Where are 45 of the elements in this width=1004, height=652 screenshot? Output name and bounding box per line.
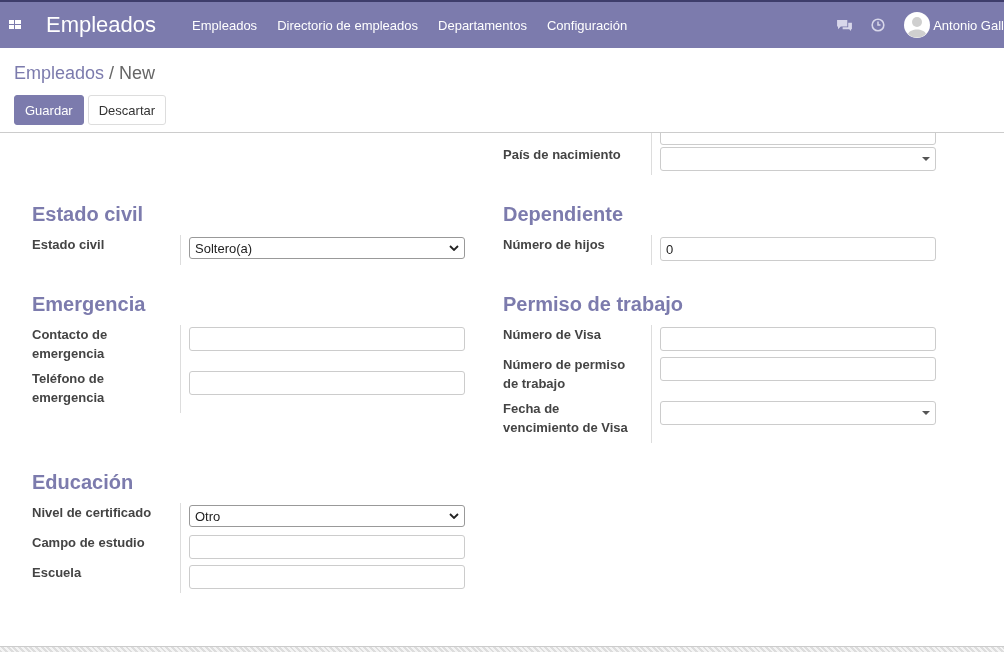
chat-icon[interactable] xyxy=(836,18,854,32)
clock-icon[interactable] xyxy=(871,18,886,32)
field-label: Estado civil xyxy=(32,235,181,265)
menu-item[interactable]: Departamentos xyxy=(438,17,527,33)
discard-button[interactable]: Descartar xyxy=(87,95,167,125)
dropdown-field[interactable] xyxy=(660,401,936,425)
section-title: Educación xyxy=(32,471,135,494)
input-field[interactable] xyxy=(189,565,465,589)
menu-item[interactable]: Directorio de empleados xyxy=(277,17,419,33)
input-field[interactable] xyxy=(189,327,465,351)
user-name[interactable]: Antonio Gall xyxy=(933,17,1004,33)
select-field[interactable]: Soltero(a) xyxy=(189,237,465,259)
section-title: Dependiente xyxy=(503,203,625,226)
menu-item[interactable]: Configuración xyxy=(546,17,628,33)
field-label: Número de hijos xyxy=(503,235,652,265)
field-label: Número de permiso de trabajo xyxy=(503,355,652,399)
apps-menu-icon[interactable] xyxy=(9,20,21,30)
breadcrumb-link[interactable]: Empleados xyxy=(14,63,105,84)
field-label: Nivel de certificado xyxy=(32,503,181,533)
field-label: Número de Visa xyxy=(503,325,652,355)
breadcrumb-current: / New xyxy=(109,63,156,84)
app-title[interactable]: Empleados xyxy=(46,12,157,38)
input-field[interactable] xyxy=(189,535,465,559)
chevron-icon xyxy=(449,513,459,519)
field-label: Contacto de emergencia xyxy=(32,325,181,369)
input-field[interactable] xyxy=(660,357,936,381)
caret-icon xyxy=(922,411,930,415)
menu-item[interactable]: Empleados xyxy=(192,17,258,33)
select-field[interactable]: Otro xyxy=(189,505,465,527)
avatar-icon[interactable] xyxy=(904,12,931,38)
section-title: Permiso de trabajo xyxy=(503,293,685,316)
dropdown-field[interactable] xyxy=(660,147,936,171)
field-label: País de nacimiento xyxy=(503,145,652,175)
field-label: Teléfono de emergencia xyxy=(32,369,181,413)
field-label: Escuela xyxy=(32,563,181,593)
chevron-icon xyxy=(449,245,459,251)
caret-icon xyxy=(922,157,930,161)
field-label: Fecha de vencimiento de Visa xyxy=(503,399,652,443)
input-field[interactable] xyxy=(660,327,936,351)
save-button[interactable]: Guardar xyxy=(14,95,84,125)
section-title: Estado civil xyxy=(32,203,145,226)
section-title: Emergencia xyxy=(32,293,147,316)
input-field[interactable]: 0 xyxy=(660,237,936,261)
field-label: Campo de estudio xyxy=(32,533,181,563)
input-field[interactable] xyxy=(189,371,465,395)
